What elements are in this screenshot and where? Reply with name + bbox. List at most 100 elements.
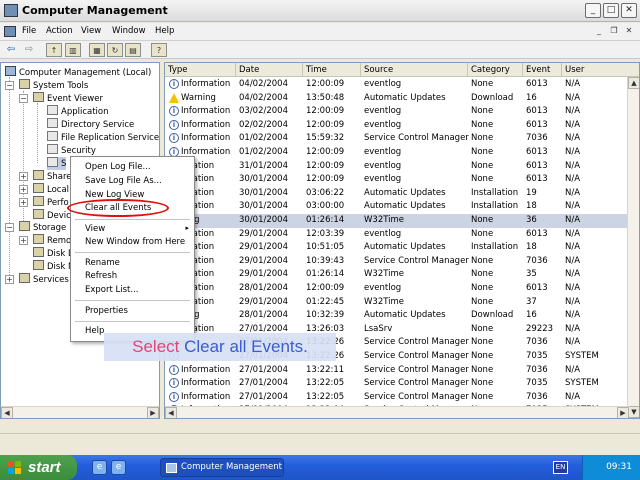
- menu-item-refresh[interactable]: Refresh: [85, 271, 117, 281]
- system-menu-icon[interactable]: [4, 26, 16, 37]
- menu-item-new-window-from-here[interactable]: New Window from Here: [85, 237, 185, 247]
- table-row[interactable]: i Information 01/02/2004 15:59:32 Service Co…: [165, 132, 629, 146]
- maximize-button[interactable]: □: [603, 3, 619, 18]
- menu-window[interactable]: Window: [112, 26, 146, 36]
- table-row[interactable]: ning28/01/200410:32:39Automatic UpdatesD…: [165, 309, 629, 323]
- table-row[interactable]: irmation29/01/200410:39:43Service Contro…: [165, 255, 629, 269]
- show-hide-tree-icon[interactable]: ▥: [65, 43, 81, 57]
- expand-shared-folders[interactable]: +: [19, 172, 28, 181]
- tree-root[interactable]: Computer Management (Local): [5, 66, 151, 79]
- expand-performance[interactable]: +: [19, 198, 28, 207]
- back-button[interactable]: ⇦: [3, 43, 19, 57]
- expand-local-users[interactable]: +: [19, 185, 28, 194]
- mdi-close-button[interactable]: ✕: [622, 25, 636, 38]
- column-header-date[interactable]: Date: [236, 63, 303, 77]
- column-header-type[interactable]: Type: [165, 63, 236, 77]
- menu-item-help[interactable]: Help: [85, 326, 104, 336]
- minimize-button[interactable]: _: [585, 3, 601, 18]
- tree-performance[interactable]: Perfo: [33, 196, 69, 209]
- tree-services[interactable]: Services a: [19, 273, 77, 286]
- menu-item-rename[interactable]: Rename: [85, 258, 120, 268]
- expand-system-tools[interactable]: −: [5, 81, 14, 90]
- table-row[interactable]: irmation31/01/200412:00:09eventlogNone60…: [165, 160, 629, 174]
- up-folder-icon[interactable]: ↑: [46, 43, 62, 57]
- table-row[interactable]: i Information 02/02/2004 12:00:09 eventlog No…: [165, 119, 629, 133]
- table-row[interactable]: i Information 27/01/2004 13:22:05 Service Co…: [165, 377, 629, 391]
- column-header-time[interactable]: Time: [303, 63, 361, 77]
- language-indicator[interactable]: EN: [553, 461, 568, 474]
- menu-item-save-log-file-as[interactable]: Save Log File As...: [85, 176, 162, 186]
- tree-local-users[interactable]: Local: [33, 183, 69, 196]
- tree-log-file-replication[interactable]: File Replication Service: [47, 131, 159, 144]
- table-row[interactable]: irmation30/01/200403:06:22Automatic Upda…: [165, 187, 629, 201]
- mdi-restore-button[interactable]: ❐: [607, 25, 621, 38]
- cell-source: W32Time: [364, 296, 405, 307]
- column-header-event[interactable]: Event: [523, 63, 562, 77]
- table-row[interactable]: Warning 04/02/2004 13:50:48 Automatic Updat…: [165, 92, 629, 106]
- export-list-icon[interactable]: ▤: [125, 43, 141, 57]
- menu-item-properties[interactable]: Properties: [85, 306, 128, 316]
- forward-button[interactable]: ⇨: [21, 43, 37, 57]
- tree-system-tools[interactable]: System Tools: [19, 79, 88, 92]
- table-row[interactable]: irmation29/01/200412:03:39eventlogNone60…: [165, 228, 629, 242]
- table-row[interactable]: ning30/01/200401:26:14W32TimeNone36N/A: [165, 214, 629, 228]
- menu-help[interactable]: Help: [155, 26, 174, 36]
- list-vertical-scrollbar[interactable]: ▲ ▼: [627, 77, 639, 418]
- cell-user: N/A: [565, 133, 581, 144]
- cell-user: N/A: [565, 119, 581, 130]
- properties-icon[interactable]: ▦: [89, 43, 105, 57]
- menu-item-export-list[interactable]: Export List...: [85, 285, 139, 295]
- menu-item-view[interactable]: View: [85, 224, 105, 234]
- column-header-source[interactable]: Source: [361, 63, 468, 77]
- start-button[interactable]: start: [0, 455, 77, 480]
- help-icon[interactable]: ?: [151, 43, 167, 57]
- table-row[interactable]: i Information 01/02/2004 12:00:09 eventlog No…: [165, 146, 629, 160]
- tree-disk-management[interactable]: Disk M: [33, 260, 75, 273]
- scroll-right-button[interactable]: ▶: [147, 407, 159, 418]
- tree-disk-defragmenter[interactable]: Disk D: [33, 247, 75, 260]
- tree-event-viewer[interactable]: Event Viewer: [33, 92, 103, 105]
- tree-log-system[interactable]: S: [47, 157, 67, 170]
- tree-removable-storage[interactable]: Remo: [33, 234, 71, 247]
- table-row[interactable]: irmation30/01/200412:00:09eventlogNone60…: [165, 173, 629, 187]
- quick-launch-explorer-icon[interactable]: e: [92, 460, 107, 475]
- table-row[interactable]: i Information 27/01/2004 13:22:11 Service Co…: [165, 364, 629, 378]
- tree-log-directory-service[interactable]: Directory Service: [47, 118, 134, 131]
- scroll-left-button[interactable]: ◀: [1, 407, 13, 418]
- table-row[interactable]: irmation29/01/200401:26:14W32TimeNone35N…: [165, 268, 629, 282]
- cell-category: Download: [471, 310, 514, 321]
- expand-services[interactable]: +: [5, 275, 14, 284]
- scroll-down-button[interactable]: ▼: [628, 406, 639, 418]
- table-row[interactable]: i Information 03/02/2004 12:00:09 eventlog No…: [165, 105, 629, 119]
- menu-view[interactable]: View: [81, 26, 101, 36]
- table-row[interactable]: i Information 04/02/2004 12:00:09 eventlog No…: [165, 78, 629, 92]
- table-row[interactable]: irmation29/01/200401:22:45W32TimeNone37N…: [165, 296, 629, 310]
- quick-launch-ie-icon[interactable]: e: [111, 460, 126, 475]
- mdi-minimize-button[interactable]: _: [592, 25, 606, 38]
- table-row[interactable]: irmation28/01/200412:00:09eventlogNone60…: [165, 282, 629, 296]
- close-button[interactable]: ✕: [621, 3, 637, 18]
- menu-item-open-log-file[interactable]: Open Log File...: [85, 162, 151, 172]
- expand-event-viewer[interactable]: −: [19, 94, 28, 103]
- tree-storage[interactable]: Storage: [19, 221, 66, 234]
- list-scroll-right-button[interactable]: ▶: [617, 407, 629, 418]
- menu-action[interactable]: Action: [46, 26, 73, 36]
- expand-storage[interactable]: −: [5, 223, 14, 232]
- list-scroll-left-button[interactable]: ◀: [165, 407, 177, 418]
- list-horizontal-scrollbar[interactable]: ◀ ▶: [165, 406, 629, 418]
- menu-file[interactable]: File: [22, 26, 36, 36]
- cell-category: None: [471, 147, 494, 157]
- title-bar[interactable]: Computer Management _ □ ✕: [0, 0, 640, 22]
- tree-shared-folders[interactable]: Share: [33, 170, 72, 183]
- tree-horizontal-scrollbar[interactable]: ◀ ▶: [1, 406, 159, 418]
- table-row[interactable]: irmation29/01/200410:51:05Automatic Upda…: [165, 241, 629, 255]
- column-header-category[interactable]: Category: [468, 63, 523, 77]
- expand-removable-storage[interactable]: +: [19, 236, 28, 245]
- table-row[interactable]: irmation30/01/200403:00:00Automatic Upda…: [165, 200, 629, 214]
- column-header-user[interactable]: User: [562, 63, 639, 77]
- scroll-up-button[interactable]: ▲: [628, 77, 639, 89]
- refresh-icon[interactable]: ↻: [107, 43, 123, 57]
- tree-log-application[interactable]: Application: [47, 105, 109, 118]
- table-row[interactable]: i Information 27/01/2004 13:22:05 Service Co…: [165, 391, 629, 405]
- taskbar-button-computer-management[interactable]: Computer Management: [160, 458, 284, 477]
